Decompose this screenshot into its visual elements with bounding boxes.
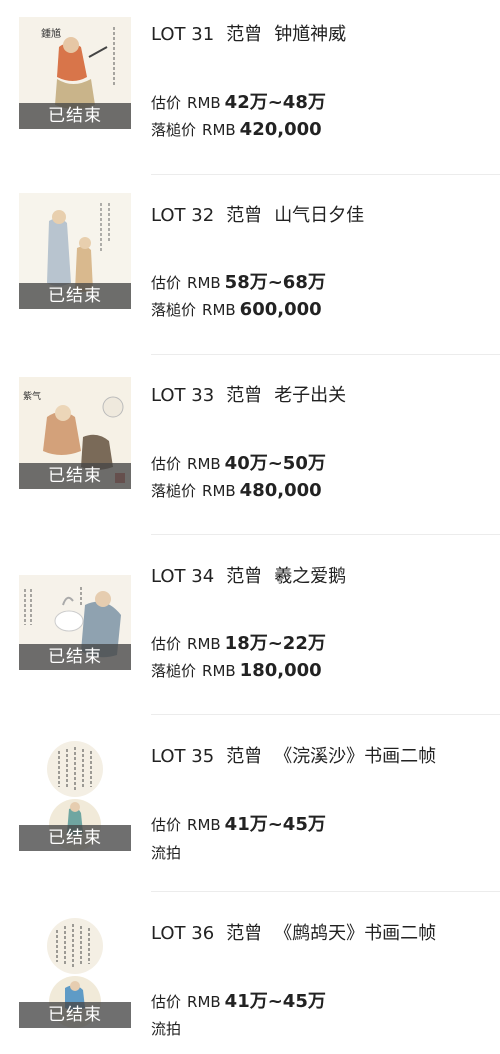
status-badge: 已结束 bbox=[19, 825, 131, 851]
estimate-row: 估价 RMB 41万~45万 bbox=[151, 810, 326, 836]
result-label: 落槌价 bbox=[151, 662, 197, 680]
estimate-value: 40万~50万 bbox=[224, 453, 326, 474]
currency: RMB bbox=[187, 455, 221, 473]
estimate-row: 估价 RMB 41万~45万 bbox=[151, 987, 326, 1013]
status-badge: 已结束 bbox=[19, 463, 131, 489]
currency: RMB bbox=[202, 482, 236, 500]
lot-title[interactable]: LOT 35 范曾 《浣溪沙》书画二帧 bbox=[151, 742, 436, 768]
artist-name: 范曾 bbox=[226, 923, 263, 944]
lot-title[interactable]: LOT 36 范曾 《鹧鸪天》书画二帧 bbox=[151, 919, 436, 945]
result-label: 落槌价 bbox=[151, 482, 197, 500]
currency: RMB bbox=[187, 635, 221, 653]
estimate-row: 估价 RMB 42万~48万 bbox=[151, 88, 326, 114]
estimate-value: 18万~22万 bbox=[224, 633, 326, 654]
lot-thumbnail[interactable]: 已结束 bbox=[19, 739, 131, 851]
result-label: 流拍 bbox=[151, 1020, 182, 1038]
currency: RMB bbox=[187, 94, 221, 112]
currency: RMB bbox=[202, 301, 236, 319]
result-row: 落槌价 RMB 600,000 bbox=[151, 299, 322, 320]
estimate-label: 估价 bbox=[151, 993, 182, 1011]
lot-number: LOT 35 bbox=[151, 746, 215, 767]
estimate-value: 41万~45万 bbox=[224, 991, 326, 1012]
lot-thumbnail[interactable]: 紫气 已结束 bbox=[19, 377, 131, 489]
work-title: 老子出关 bbox=[274, 385, 347, 406]
currency: RMB bbox=[187, 274, 221, 292]
lot-thumbnail[interactable]: 已结束 bbox=[19, 575, 131, 670]
currency: RMB bbox=[202, 662, 236, 680]
work-title: 钟馗神威 bbox=[274, 24, 347, 45]
lot-item[interactable]: 已结束 LOT 36 范曾 《鹧鸪天》书画二帧 估价 RMB 41万~45万 流拍 bbox=[0, 892, 500, 1054]
lot-thumbnail[interactable]: 鍾馗 已结束 bbox=[19, 17, 131, 129]
result-row: 流拍 bbox=[151, 842, 181, 863]
artist-name: 范曾 bbox=[226, 205, 263, 226]
lot-title[interactable]: LOT 34 范曾 羲之爱鹅 bbox=[151, 562, 346, 588]
currency: RMB bbox=[202, 121, 236, 139]
result-label: 落槌价 bbox=[151, 301, 197, 319]
hammer-price: 420,000 bbox=[239, 119, 322, 140]
hammer-price: 480,000 bbox=[239, 480, 322, 501]
estimate-row: 估价 RMB 58万~68万 bbox=[151, 268, 326, 294]
artist-name: 范曾 bbox=[226, 746, 263, 767]
estimate-label: 估价 bbox=[151, 635, 182, 653]
artist-name: 范曾 bbox=[226, 385, 263, 406]
lot-item[interactable]: 鍾馗 已结束 LOT 31 范曾 钟馗神威 估价 RMB 42万~48万 落槌价 RMB 4… bbox=[0, 0, 500, 175]
lot-title[interactable]: LOT 32 范曾 山气日夕佳 bbox=[151, 201, 364, 227]
lot-item[interactable]: 已结束 LOT 32 范曾 山气日夕佳 估价 RMB 58万~68万 落槌价 RMB 600… bbox=[0, 175, 500, 355]
work-title: 羲之爱鹅 bbox=[274, 566, 347, 587]
lot-thumbnail[interactable]: 已结束 bbox=[19, 193, 131, 309]
status-badge: 已结束 bbox=[19, 283, 131, 309]
estimate-label: 估价 bbox=[151, 455, 182, 473]
status-badge: 已结束 bbox=[19, 1002, 131, 1028]
estimate-label: 估价 bbox=[151, 274, 182, 292]
estimate-value: 42万~48万 bbox=[224, 92, 326, 113]
result-row: 落槌价 RMB 180,000 bbox=[151, 660, 322, 681]
result-label: 流拍 bbox=[151, 844, 182, 862]
lot-item[interactable]: 已结束 LOT 34 范曾 羲之爱鹅 估价 RMB 18万~22万 落槌价 RMB 180,… bbox=[0, 535, 500, 715]
work-title: 《浣溪沙》书画二帧 bbox=[274, 746, 437, 767]
estimate-row: 估价 RMB 18万~22万 bbox=[151, 629, 326, 655]
lot-list: 鍾馗 已结束 LOT 31 范曾 钟馗神威 估价 RMB 42万~48万 落槌价 RMB 4… bbox=[0, 0, 500, 1054]
work-title: 《鹧鸪天》书画二帧 bbox=[274, 923, 437, 944]
lot-thumbnail[interactable]: 已结束 bbox=[19, 916, 131, 1028]
result-row: 流拍 bbox=[151, 1018, 181, 1039]
estimate-value: 41万~45万 bbox=[224, 814, 326, 835]
lot-number: LOT 33 bbox=[151, 385, 215, 406]
hammer-price: 600,000 bbox=[239, 299, 322, 320]
lot-title[interactable]: LOT 33 范曾 老子出关 bbox=[151, 381, 346, 407]
result-row: 落槌价 RMB 420,000 bbox=[151, 119, 322, 140]
currency: RMB bbox=[187, 993, 221, 1011]
lot-number: LOT 34 bbox=[151, 566, 215, 587]
currency: RMB bbox=[187, 816, 221, 834]
result-row: 落槌价 RMB 480,000 bbox=[151, 480, 322, 501]
result-label: 落槌价 bbox=[151, 121, 197, 139]
estimate-value: 58万~68万 bbox=[224, 272, 326, 293]
estimate-label: 估价 bbox=[151, 94, 182, 112]
svg-text:鍾馗: 鍾馗 bbox=[41, 27, 61, 40]
lot-item[interactable]: 已结束 LOT 35 范曾 《浣溪沙》书画二帧 估价 RMB 41万~45万 流拍 bbox=[0, 715, 500, 892]
svg-text:紫气: 紫气 bbox=[23, 390, 41, 402]
status-badge: 已结束 bbox=[19, 644, 131, 670]
estimate-row: 估价 RMB 40万~50万 bbox=[151, 449, 326, 475]
hammer-price: 180,000 bbox=[239, 660, 322, 681]
estimate-label: 估价 bbox=[151, 816, 182, 834]
work-title: 山气日夕佳 bbox=[274, 205, 365, 226]
lot-title[interactable]: LOT 31 范曾 钟馗神威 bbox=[151, 20, 346, 46]
lot-item[interactable]: 紫气 已结束 LOT 33 范曾 老子出关 估价 RMB 40万~50万 落槌价 RMB 4… bbox=[0, 355, 500, 535]
lot-number: LOT 36 bbox=[151, 923, 215, 944]
lot-number: LOT 32 bbox=[151, 205, 215, 226]
artist-name: 范曾 bbox=[226, 24, 263, 45]
status-badge: 已结束 bbox=[19, 103, 131, 129]
lot-number: LOT 31 bbox=[151, 24, 215, 45]
artist-name: 范曾 bbox=[226, 566, 263, 587]
